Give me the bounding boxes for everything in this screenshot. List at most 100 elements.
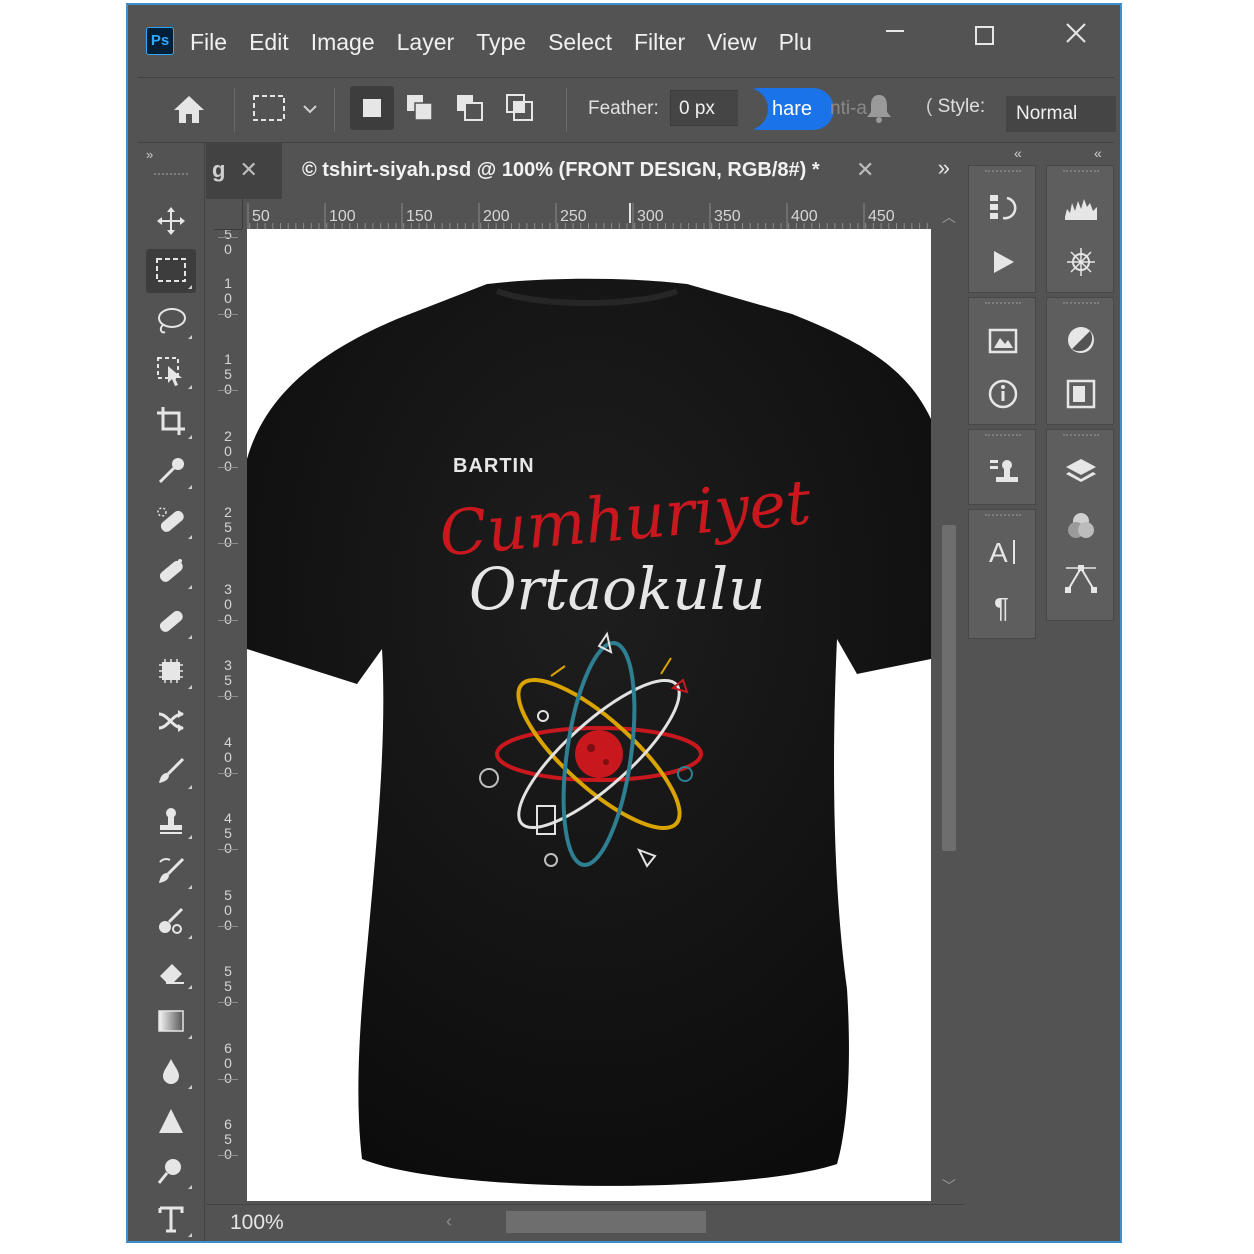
crop-tool[interactable] — [146, 399, 196, 443]
home-button[interactable] — [172, 94, 206, 129]
ruler-major-tick — [218, 466, 238, 468]
channels-panel-button[interactable] — [1061, 506, 1101, 546]
histogram-panel-button[interactable] — [1061, 188, 1101, 228]
panel-group-histogram — [1046, 165, 1114, 293]
adjustments-panel-button[interactable] — [1061, 320, 1101, 360]
menu-file[interactable]: File — [190, 27, 227, 57]
close-icon — [1066, 23, 1086, 43]
dodge-tool[interactable] — [146, 1149, 196, 1193]
layers-panel-button[interactable] — [1061, 452, 1101, 492]
collapse-panels-icon[interactable]: « — [1014, 145, 1022, 161]
new-selection-button[interactable] — [350, 86, 394, 130]
bell-icon — [867, 95, 891, 123]
shuffle-icon — [158, 710, 184, 732]
style-select[interactable]: Normal — [1006, 96, 1116, 132]
tab-close-icon[interactable]: ✕ — [856, 157, 874, 183]
info-panel-button[interactable] — [983, 374, 1023, 414]
menu-select[interactable]: Select — [548, 27, 612, 57]
subtract-selection-button[interactable] — [454, 92, 486, 129]
rect-marquee-tool[interactable] — [146, 249, 196, 293]
character-panel-button[interactable]: A — [983, 532, 1023, 572]
more-tabs-icon[interactable]: » — [938, 155, 950, 181]
horizontal-ruler: 50 100 150 200 250 300 350 400 450 — [241, 199, 936, 230]
healing-brush-tool[interactable] — [146, 549, 196, 593]
ruler-major-tick — [218, 390, 238, 391]
spot-healing-tool[interactable] — [146, 499, 196, 543]
scroll-up-icon[interactable]: ︿ — [942, 207, 956, 227]
vertical-scrollbar[interactable]: ︿ ﹀ — [934, 199, 964, 1204]
ruler-label: 400 — [791, 208, 818, 225]
properties-panel-button[interactable] — [1061, 374, 1101, 414]
minimize-button[interactable] — [884, 15, 906, 46]
notifications-button[interactable] — [864, 92, 894, 129]
ruler-major-tick — [218, 1155, 238, 1156]
paragraph-panel-button[interactable]: ¶ — [983, 586, 1023, 626]
object-selection-tool[interactable] — [146, 349, 196, 393]
eraser-tool[interactable] — [146, 949, 196, 993]
maximize-button[interactable] — [974, 23, 996, 54]
menu-plugins[interactable]: Plu — [779, 27, 812, 57]
library-icon — [988, 328, 1018, 354]
lasso-tool[interactable] — [146, 299, 196, 343]
clone-stamp-tool[interactable] — [146, 799, 196, 843]
paths-panel-button[interactable] — [1061, 558, 1101, 598]
add-to-selection-button[interactable] — [404, 92, 436, 129]
blur-tool[interactable] — [146, 1049, 196, 1093]
remove-tool[interactable] — [146, 699, 196, 743]
intersect-selection-icon — [506, 94, 533, 121]
ruler-label: 250 — [560, 208, 587, 225]
toolbox-expand-icon[interactable]: » — [146, 147, 153, 162]
menu-edit[interactable]: Edit — [249, 27, 289, 57]
gradient-icon — [158, 1010, 184, 1032]
scroll-left-icon[interactable]: ‹ — [446, 1211, 452, 1232]
anti-alias-checkbox-label[interactable]: nti-a — [830, 98, 867, 120]
share-button[interactable]: hare — [738, 88, 834, 130]
patch-tool[interactable] — [146, 599, 196, 643]
bandage-icon — [159, 559, 183, 582]
collapse-right-panels-icon[interactable]: « — [1094, 145, 1102, 161]
menu-view[interactable]: View — [707, 27, 756, 57]
options-bar: Feather: 0 px hare nti-a ( Style: Normal — [138, 77, 1116, 143]
stamp-icon — [160, 808, 182, 834]
brush-tool[interactable] — [146, 749, 196, 793]
menu-image[interactable]: Image — [311, 27, 375, 57]
clone-source-panel-button[interactable] — [983, 452, 1023, 492]
scroll-down-icon[interactable]: ﹀ — [942, 1176, 956, 1196]
menu-filter[interactable]: Filter — [634, 27, 685, 57]
menu-bar: File Edit Image Layer Type Select Filter… — [190, 27, 834, 57]
sharpen-tool[interactable] — [146, 1099, 196, 1143]
panel-group-history — [968, 165, 1036, 293]
active-document-tab[interactable]: © tshirt-siyah.psd @ 100% (FRONT DESIGN,… — [282, 143, 964, 199]
move-icon — [157, 207, 185, 235]
eyedropper-tool[interactable] — [146, 449, 196, 493]
info-icon — [988, 379, 1018, 409]
menu-layer[interactable]: Layer — [397, 27, 455, 57]
move-tool[interactable] — [146, 199, 196, 243]
ruler-major-tick — [218, 925, 238, 927]
generative-fill-tool[interactable] — [146, 649, 196, 693]
eraser-brush-tool[interactable] — [146, 899, 196, 943]
design-text-bartin: BARTIN — [453, 455, 535, 477]
history-panel-button[interactable] — [983, 188, 1023, 228]
intersect-selection-button[interactable] — [504, 92, 536, 129]
object-select-icon — [157, 357, 182, 386]
document-title: © tshirt-siyah.psd @ 100% (FRONT DESIGN,… — [302, 159, 820, 181]
horizontal-scroll-thumb[interactable] — [506, 1211, 706, 1233]
ruler-major-tick — [218, 696, 238, 697]
history-brush-tool[interactable] — [146, 849, 196, 893]
menu-type[interactable]: Type — [476, 27, 526, 57]
actions-panel-button[interactable] — [983, 242, 1023, 282]
libraries-panel-button[interactable] — [983, 320, 1023, 360]
home-icon — [174, 96, 204, 123]
prev-document-tab[interactable]: g ✕ — [212, 157, 258, 183]
preset-dropdown-button[interactable] — [302, 102, 318, 120]
marquee-preset-button[interactable] — [252, 94, 286, 129]
gradient-tool[interactable] — [146, 999, 196, 1043]
navigator-panel-button[interactable] — [1061, 242, 1101, 282]
document-canvas[interactable]: BARTIN Cumhuriyet Ortaokulu — [247, 229, 931, 1201]
zoom-level[interactable]: 100% — [230, 1211, 284, 1235]
vertical-scroll-thumb[interactable] — [942, 525, 956, 851]
ruler-label: 5 0 — [224, 226, 232, 257]
close-window-button[interactable] — [1064, 21, 1088, 52]
type-tool[interactable] — [146, 1197, 196, 1241]
